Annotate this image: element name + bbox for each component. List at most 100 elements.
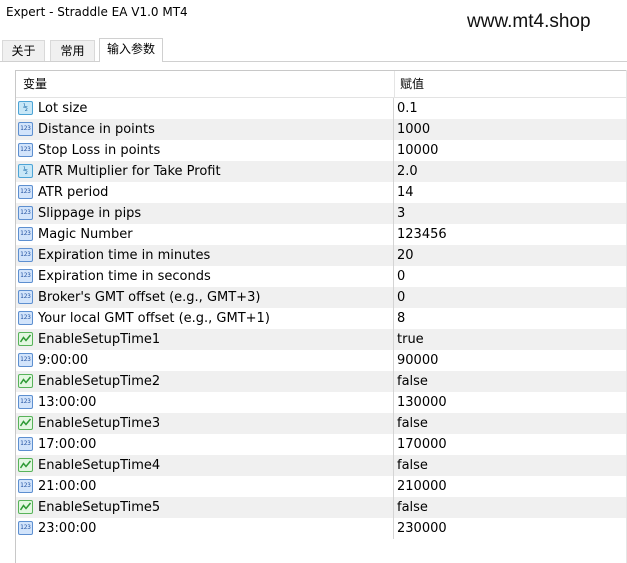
parameter-value[interactable]: 210000 [397, 476, 447, 497]
parameter-name: Expiration time in seconds [38, 269, 211, 284]
parameter-name-cell[interactable]: 123 Slippage in pips [16, 203, 394, 224]
parameter-value[interactable]: 0 [397, 266, 405, 287]
parameter-value[interactable]: 230000 [397, 518, 447, 539]
parameter-name: ATR period [38, 185, 109, 200]
parameter-name-cell[interactable]: EnableSetupTime5 [16, 497, 394, 518]
parameter-name-cell[interactable]: 123 Expiration time in minutes [16, 245, 394, 266]
column-header-value[interactable]: 赋值 [400, 71, 424, 97]
boolean-type-icon [18, 500, 33, 514]
table-row[interactable]: 123 9:00:00 90000 [16, 350, 627, 371]
parameter-name-cell[interactable]: 123 Stop Loss in points [16, 140, 394, 161]
parameter-name-cell[interactable]: 123 21:00:00 [16, 476, 394, 497]
parameter-name-cell[interactable]: 123 Distance in points [16, 119, 394, 140]
parameter-name-cell[interactable]: EnableSetupTime3 [16, 413, 394, 434]
parameter-value[interactable]: false [397, 455, 428, 476]
parameter-name: EnableSetupTime3 [38, 416, 161, 431]
parameter-name: Your local GMT offset (e.g., GMT+1) [38, 311, 270, 326]
table-row[interactable]: 123 13:00:00 130000 [16, 392, 627, 413]
parameter-value[interactable]: 10000 [397, 140, 438, 161]
table-row[interactable]: 123 Magic Number 123456 [16, 224, 627, 245]
table-row[interactable]: 123 21:00:00 210000 [16, 476, 627, 497]
table-header: 变量 赋值 [16, 71, 627, 98]
parameter-name-cell[interactable]: EnableSetupTime1 [16, 329, 394, 350]
parameter-value[interactable]: false [397, 497, 428, 518]
parameter-value[interactable]: false [397, 371, 428, 392]
table-row[interactable]: EnableSetupTime3 false [16, 413, 627, 434]
parameter-name-cell[interactable]: ½ ATR Multiplier for Take Profit [16, 161, 394, 182]
parameter-value[interactable]: 130000 [397, 392, 447, 413]
table-row[interactable]: 123 Broker's GMT offset (e.g., GMT+3) 0 [16, 287, 627, 308]
parameter-value[interactable]: 0 [397, 287, 405, 308]
table-row[interactable]: EnableSetupTime4 false [16, 455, 627, 476]
parameter-value[interactable]: 1000 [397, 119, 430, 140]
parameter-name: 13:00:00 [38, 395, 97, 410]
integer-type-icon: 123 [18, 353, 33, 367]
integer-type-icon: 123 [18, 269, 33, 283]
table-row[interactable]: EnableSetupTime2 false [16, 371, 627, 392]
parameter-name-cell[interactable]: EnableSetupTime2 [16, 371, 394, 392]
table-row[interactable]: 123 Expiration time in seconds 0 [16, 266, 627, 287]
parameter-name-cell[interactable]: 123 ATR period [16, 182, 394, 203]
parameter-name: 17:00:00 [38, 437, 97, 452]
parameter-value[interactable]: true [397, 329, 424, 350]
parameter-name-cell[interactable]: 123 23:00:00 [16, 518, 394, 539]
parameter-name: EnableSetupTime1 [38, 332, 161, 347]
parameter-value[interactable]: 20 [397, 245, 414, 266]
table-row[interactable]: 123 Expiration time in minutes 20 [16, 245, 627, 266]
parameter-name-cell[interactable]: 123 Your local GMT offset (e.g., GMT+1) [16, 308, 394, 329]
parameter-name: EnableSetupTime4 [38, 458, 161, 473]
boolean-type-icon [18, 332, 33, 346]
table-row[interactable]: ½ Lot size 0.1 [16, 98, 627, 119]
table-row[interactable]: EnableSetupTime5 false [16, 497, 627, 518]
table-row[interactable]: ½ ATR Multiplier for Take Profit 2.0 [16, 161, 627, 182]
parameter-name-cell[interactable]: EnableSetupTime4 [16, 455, 394, 476]
parameter-name-cell[interactable]: 123 Broker's GMT offset (e.g., GMT+3) [16, 287, 394, 308]
tab-about[interactable]: 关于 [2, 40, 45, 61]
table-body: ½ Lot size 0.1 123 Distance in points 1000 123… [16, 98, 627, 539]
integer-type-icon: 123 [18, 227, 33, 241]
parameter-name-cell[interactable]: ½ Lot size [16, 98, 394, 119]
tab-bar: 关于 常用 输入参数 [0, 38, 627, 62]
parameter-value[interactable]: 2.0 [397, 161, 418, 182]
parameter-value[interactable]: 14 [397, 182, 414, 203]
parameter-value[interactable]: 90000 [397, 350, 438, 371]
parameter-value[interactable]: 8 [397, 308, 405, 329]
table-row[interactable]: EnableSetupTime1 true [16, 329, 627, 350]
parameter-value[interactable]: false [397, 413, 428, 434]
column-header-variable[interactable]: 变量 [23, 71, 47, 97]
table-row[interactable]: 123 Slippage in pips 3 [16, 203, 627, 224]
table-row[interactable]: 123 Your local GMT offset (e.g., GMT+1) 8 [16, 308, 627, 329]
tab-input-parameters[interactable]: 输入参数 [99, 38, 163, 62]
window-title: Expert - Straddle EA V1.0 MT4 [6, 5, 188, 19]
table-row[interactable]: 123 Distance in points 1000 [16, 119, 627, 140]
boolean-type-icon [18, 416, 33, 430]
integer-type-icon: 123 [18, 122, 33, 136]
integer-type-icon: 123 [18, 395, 33, 409]
parameter-name-cell[interactable]: 123 9:00:00 [16, 350, 394, 371]
boolean-type-icon [18, 374, 33, 388]
parameter-name: 9:00:00 [38, 353, 89, 368]
parameter-name-cell[interactable]: 123 17:00:00 [16, 434, 394, 455]
table-row[interactable]: 123 23:00:00 230000 [16, 518, 627, 539]
integer-type-icon: 123 [18, 437, 33, 451]
table-row[interactable]: 123 17:00:00 170000 [16, 434, 627, 455]
integer-type-icon: 123 [18, 290, 33, 304]
parameter-name: Stop Loss in points [38, 143, 161, 158]
parameter-value[interactable]: 3 [397, 203, 405, 224]
parameter-name-cell[interactable]: 123 13:00:00 [16, 392, 394, 413]
table-row[interactable]: 123 ATR period 14 [16, 182, 627, 203]
tab-common[interactable]: 常用 [50, 40, 95, 61]
parameter-name: Magic Number [38, 227, 133, 242]
table-row[interactable]: 123 Stop Loss in points 10000 [16, 140, 627, 161]
parameter-name: Slippage in pips [38, 206, 142, 221]
parameter-value[interactable]: 0.1 [397, 98, 418, 119]
parameter-name-cell[interactable]: 123 Expiration time in seconds [16, 266, 394, 287]
parameter-value[interactable]: 170000 [397, 434, 447, 455]
integer-type-icon: 123 [18, 143, 33, 157]
parameter-value[interactable]: 123456 [397, 224, 447, 245]
double-type-icon: ½ [18, 164, 33, 178]
parameters-table[interactable]: 变量 赋值 ½ Lot size 0.1 123 Distance in points 1… [15, 70, 627, 563]
column-divider[interactable] [394, 71, 395, 97]
parameter-name-cell[interactable]: 123 Magic Number [16, 224, 394, 245]
integer-type-icon: 123 [18, 311, 33, 325]
